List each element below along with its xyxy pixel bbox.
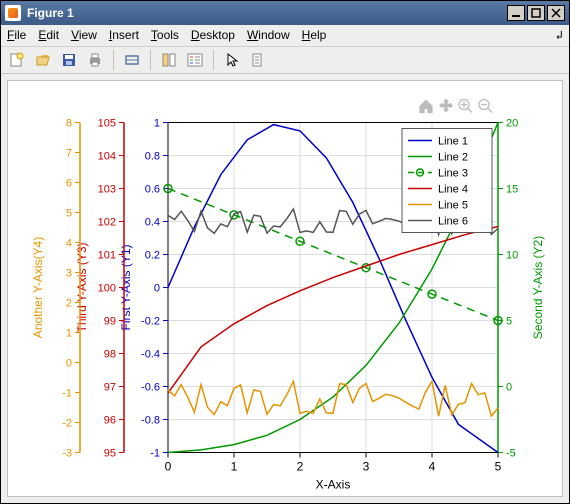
ylabel-y2: Second Y-Axis (Y2) — [531, 236, 545, 339]
menu-file[interactable]: File — [7, 28, 26, 42]
svg-text:0.6: 0.6 — [145, 184, 160, 196]
figure-canvas-wrap: 0 1 2 3 4 5 X-Axis -1 -0.8 -0.6 -0.4 -0.2 0 0.2 0.4 0.6… — [1, 74, 569, 503]
svg-text:-1: -1 — [62, 388, 72, 400]
svg-text:95: 95 — [104, 448, 116, 460]
chart-toolbar — [420, 100, 492, 113]
svg-text:1: 1 — [231, 460, 238, 474]
svg-text:100: 100 — [98, 283, 116, 295]
svg-text:-0.8: -0.8 — [141, 415, 160, 427]
svg-text:-2: -2 — [62, 418, 72, 430]
legend-entry: Line 2 — [438, 152, 468, 164]
svg-text:5: 5 — [66, 208, 72, 220]
open-button[interactable] — [31, 48, 55, 72]
ylabel-y4: Another Y-Axis(Y4) — [31, 237, 45, 338]
figure-window: Figure 1 File Edit View Insert Tools Des… — [0, 0, 570, 504]
menu-view[interactable]: View — [71, 28, 97, 42]
svg-text:0.4: 0.4 — [145, 217, 160, 229]
svg-text:10: 10 — [506, 250, 518, 262]
svg-text:-0.6: -0.6 — [141, 382, 160, 394]
svg-text:20: 20 — [506, 118, 518, 130]
menu-edit[interactable]: Edit — [38, 28, 59, 42]
svg-text:3: 3 — [66, 268, 72, 280]
ylabel-y3: Third Y-Axis (Y3) — [75, 242, 89, 332]
figure-canvas[interactable]: 0 1 2 3 4 5 X-Axis -1 -0.8 -0.6 -0.4 -0.2 0 0.2 0.4 0.6… — [7, 80, 563, 497]
minimize-button[interactable] — [507, 5, 525, 21]
svg-text:96: 96 — [104, 415, 116, 427]
new-figure-button[interactable] — [5, 48, 29, 72]
save-button[interactable] — [57, 48, 81, 72]
legend-button[interactable] — [183, 48, 207, 72]
svg-text:0: 0 — [165, 460, 172, 474]
svg-text:0: 0 — [66, 358, 72, 370]
legend-entry: Line 6 — [438, 216, 468, 228]
insert-button[interactable] — [246, 48, 270, 72]
svg-text:0: 0 — [506, 382, 512, 394]
svg-text:99: 99 — [104, 316, 116, 328]
svg-text:1: 1 — [154, 118, 160, 130]
svg-text:2: 2 — [297, 460, 304, 474]
svg-text:5: 5 — [506, 316, 512, 328]
svg-text:4: 4 — [429, 460, 436, 474]
toolbar — [1, 47, 569, 74]
window-controls — [507, 5, 565, 21]
svg-text:1: 1 — [66, 328, 72, 340]
legend-entry: Line 5 — [438, 200, 468, 212]
svg-text:97: 97 — [104, 382, 116, 394]
dock-icon[interactable]: ↲ — [556, 28, 563, 42]
svg-text:-5: -5 — [506, 448, 516, 460]
svg-text:7: 7 — [66, 148, 72, 160]
svg-text:0.8: 0.8 — [145, 151, 160, 163]
series-line-4 — [168, 227, 498, 394]
svg-text:6: 6 — [66, 178, 72, 190]
svg-text:98: 98 — [104, 349, 116, 361]
print-button[interactable] — [83, 48, 107, 72]
menu-insert[interactable]: Insert — [109, 28, 139, 42]
svg-text:-1: -1 — [150, 448, 160, 460]
datacursor-button[interactable] — [157, 48, 181, 72]
legend-entry: Line 3 — [438, 168, 468, 180]
svg-text:0.2: 0.2 — [145, 250, 160, 262]
svg-text:103: 103 — [98, 184, 116, 196]
pointer-button[interactable] — [220, 48, 244, 72]
matlab-logo-icon — [5, 5, 21, 21]
chart-svg: 0 1 2 3 4 5 X-Axis -1 -0.8 -0.6 -0.4 -0.2 0 0.2 0.4 0.6… — [8, 81, 562, 496]
zoomin-icon[interactable] — [459, 100, 472, 113]
zoomout-icon[interactable] — [479, 100, 492, 113]
svg-text:102: 102 — [98, 217, 116, 229]
home-icon[interactable] — [420, 101, 432, 113]
svg-text:2: 2 — [66, 298, 72, 310]
svg-text:101: 101 — [98, 250, 116, 262]
svg-text:3: 3 — [363, 460, 370, 474]
legend[interactable]: Line 1 Line 2 Line 3 Line 4 Line 5 Line 6 — [402, 129, 492, 233]
svg-text:5: 5 — [495, 460, 502, 474]
close-button[interactable] — [547, 5, 565, 21]
maximize-button[interactable] — [527, 5, 545, 21]
menu-tools[interactable]: Tools — [151, 28, 179, 42]
xlabel: X-Axis — [316, 478, 351, 492]
svg-text:15: 15 — [506, 184, 518, 196]
pan-icon[interactable] — [440, 100, 452, 112]
window-title: Figure 1 — [27, 6, 507, 20]
legend-entry: Line 4 — [438, 184, 468, 196]
svg-text:104: 104 — [98, 151, 116, 163]
svg-text:8: 8 — [66, 118, 72, 130]
svg-text:4: 4 — [66, 238, 72, 250]
svg-text:0: 0 — [154, 283, 160, 295]
menu-help[interactable]: Help — [302, 28, 327, 42]
legend-entry: Line 1 — [438, 136, 468, 148]
menu-window[interactable]: Window — [247, 28, 290, 42]
link-button[interactable] — [120, 48, 144, 72]
menubar: File Edit View Insert Tools Desktop Wind… — [1, 25, 569, 47]
svg-text:105: 105 — [98, 118, 116, 130]
menu-desktop[interactable]: Desktop — [191, 28, 235, 42]
svg-text:-3: -3 — [62, 448, 72, 460]
svg-text:-0.2: -0.2 — [141, 316, 160, 328]
titlebar[interactable]: Figure 1 — [1, 1, 569, 25]
svg-text:-0.4: -0.4 — [141, 349, 160, 361]
